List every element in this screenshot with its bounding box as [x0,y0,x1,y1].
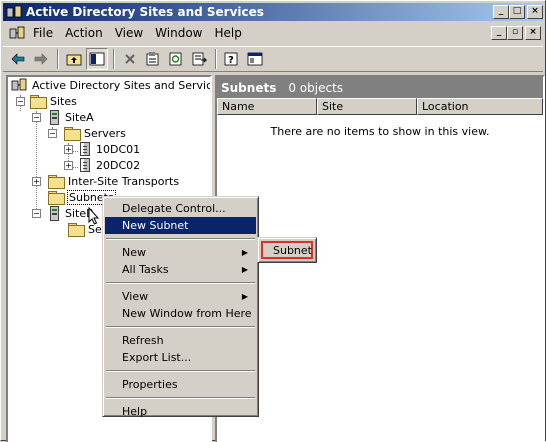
tree-node-20dc02[interactable]: 20DC02 [80,157,140,173]
details-header: Subnets 0 objects [217,77,543,98]
menu-item-export-list[interactable]: Export List... [105,349,256,366]
folder-icon [48,190,65,205]
menu-item-new[interactable]: New ▶ [105,244,256,261]
menu-separator [106,370,255,372]
object-count: 0 objects [288,80,344,95]
mdi-restore-button[interactable]: ▫ [507,26,523,40]
menu-item-label: View [122,290,149,303]
up-folder-icon[interactable] [63,48,85,70]
context-menu: Delegate Control... New Subnet New ▶ All… [102,196,259,420]
mdi-minimize-button[interactable]: _ [491,26,507,40]
refresh-icon[interactable] [165,48,187,70]
menu-item-view[interactable]: View ▶ [105,288,256,305]
column-header-name[interactable]: Name [217,98,317,115]
folder-icon [48,174,65,189]
menu-separator [106,238,255,240]
collapse-sites-icon[interactable]: − [16,97,25,106]
tree-connector [36,111,37,215]
menu-item-new-subnet[interactable]: New Subnet [105,217,256,234]
close-button[interactable]: × [527,5,543,19]
menu-item-label: New [122,246,146,259]
menu-bar: File Action View Window Help [3,23,543,43]
properties-icon[interactable] [142,48,164,70]
expand-dc1-icon[interactable]: + [64,145,73,154]
submenu-arrow-icon: ▶ [241,292,248,301]
tree-root[interactable]: Active Directory Sites and Services [1 [11,77,212,93]
window-title: Active Directory Sites and Services [26,5,264,19]
expand-dc2-icon[interactable]: + [64,161,73,170]
app-window: Active Directory Sites and Services _ □ … [0,0,546,442]
menu-separator [106,326,255,328]
site-icon [50,205,59,221]
svg-text:?: ? [228,55,234,66]
forward-icon[interactable] [30,48,52,70]
menu-window[interactable]: Window [149,26,208,40]
console-icon[interactable] [244,48,266,70]
menu-item-all-tasks[interactable]: All Tasks ▶ [105,261,256,278]
mdi-close-button[interactable]: × [525,26,541,40]
menu-help[interactable]: Help [209,26,248,40]
sites-app-icon [11,78,27,92]
tree-node-label: 10DC01 [96,142,141,156]
submenu-arrow-icon: ▶ [241,248,248,257]
export-icon[interactable] [188,48,210,70]
mouse-cursor-icon [88,207,100,225]
toolbar-separator [113,49,115,69]
menu-item-label: All Tasks [122,263,169,276]
menu-item-new-window[interactable]: New Window from Here [105,305,256,322]
tree-node-intersite-transports[interactable]: Inter-Site Transports [48,173,179,189]
delete-icon[interactable] [119,48,141,70]
server-icon [80,158,90,172]
menu-item-refresh[interactable]: Refresh [105,332,256,349]
maximize-button[interactable]: □ [509,5,525,19]
toolbar: ? [3,46,543,72]
sites-app-icon [6,5,22,19]
collapse-siteb-icon[interactable]: − [32,209,41,218]
toolbar-separator [215,49,217,69]
back-icon[interactable] [7,48,29,70]
tree-node-label: 20DC02 [96,158,141,172]
tree-root-label: Active Directory Sites and Services [1 [32,78,212,92]
tree-node-label: Sites [50,94,77,108]
menu-action[interactable]: Action [59,26,109,40]
title-bar[interactable]: Active Directory Sites and Services [3,3,543,21]
server-icon [80,142,90,156]
tree-node-sites[interactable]: Sites [30,93,77,109]
folder-icon [30,94,47,109]
folder-icon [64,126,81,141]
help-icon[interactable]: ? [221,48,243,70]
tree-node-sitea[interactable]: SiteA [50,109,94,125]
tree-node-label: Inter-Site Transports [68,174,180,188]
menu-separator [106,282,255,284]
collapse-sitea-icon[interactable]: − [32,113,41,122]
menu-view[interactable]: View [109,26,149,40]
show-hide-tree-icon[interactable] [86,48,108,70]
menu-item-properties[interactable]: Properties [105,376,256,393]
tree-node-10dc01[interactable]: 10DC01 [80,141,140,157]
submenu-item-subnet[interactable]: Subnet [261,241,313,259]
empty-view-message: There are no items to show in this view. [270,125,490,138]
menu-item-delegate-control[interactable]: Delegate Control... [105,200,256,217]
column-header-row: Name Site Location [217,98,543,115]
column-header-location[interactable]: Location [417,98,543,115]
toolbar-separator [57,49,59,69]
menu-separator [106,397,255,399]
expand-intersite-icon[interactable]: + [32,177,41,186]
console-window-icon[interactable] [9,25,25,41]
menu-item-help[interactable]: Help [105,403,256,420]
new-submenu: Subnet [257,237,317,263]
folder-icon [68,222,85,237]
submenu-arrow-icon: ▶ [241,265,248,274]
tree-node-label: SiteA [65,110,94,124]
menu-file[interactable]: File [27,26,59,40]
tree-node-servers[interactable]: Servers [64,125,126,141]
column-header-site[interactable]: Site [317,98,417,115]
minimize-button[interactable]: _ [493,5,509,19]
collapse-servers-icon[interactable]: − [48,129,57,138]
tree-node-label: Servers [84,126,126,140]
details-title: Subnets [221,80,277,95]
site-icon [50,109,59,125]
